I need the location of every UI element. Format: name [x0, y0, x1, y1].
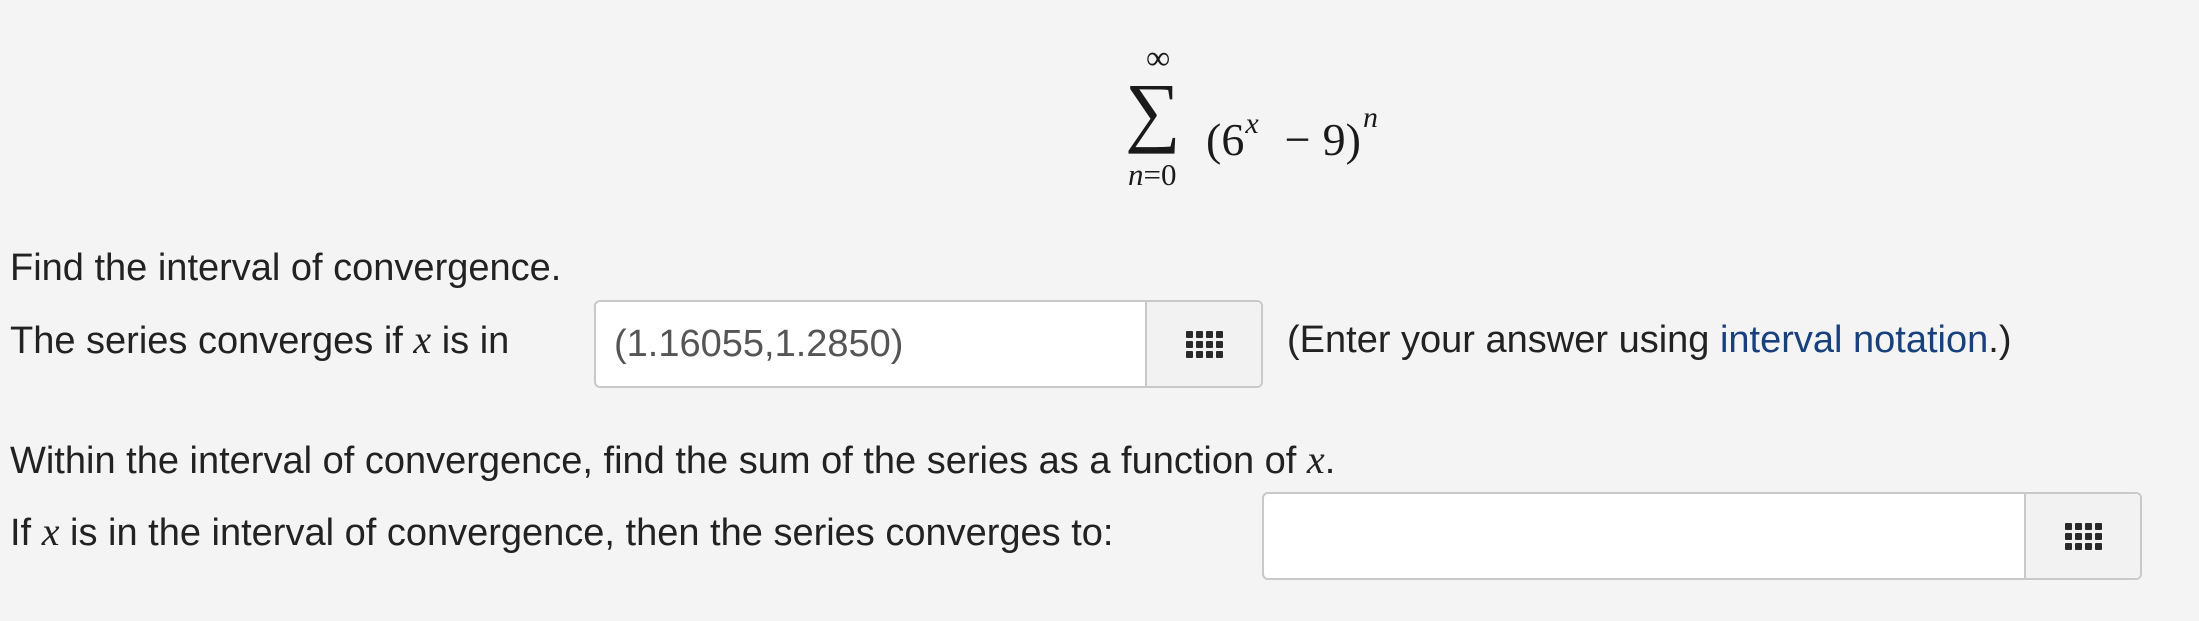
q1-hint-after: .) — [1988, 319, 2012, 361]
summand-close: 9) — [1322, 114, 1361, 165]
summand-exponent-n: n — [1362, 101, 1378, 134]
q1-answer-box — [594, 300, 1263, 388]
summand-minus: − — [1284, 114, 1311, 165]
q1-hint-before: (Enter your answer using — [1287, 319, 1720, 361]
sum-lower-limit: n=0 — [1128, 158, 1176, 192]
q2-prompt: Within the interval of convergence, find… — [10, 438, 1335, 483]
q2-prompt-before: Within the interval of convergence, find… — [10, 440, 1307, 482]
keypad-grid-icon — [2064, 522, 2102, 550]
q1-prompt: Find the interval of convergence. — [10, 247, 562, 289]
interval-notation-link[interactable]: interval notation — [1720, 319, 1988, 361]
q2-prompt-var-x: x — [1306, 437, 1325, 482]
q2-answer-box — [1262, 492, 2142, 580]
q2-keypad-button[interactable] — [2024, 494, 2140, 578]
q1-answer-input[interactable] — [596, 302, 1145, 386]
q1-label: The series converges if x is in — [10, 318, 509, 363]
summand-expression: (6x −9)n — [1206, 90, 1378, 168]
keypad-grid-icon — [1185, 330, 1223, 358]
q2-var-x: x — [41, 509, 60, 554]
q2-label: If x is in the interval of convergence, … — [10, 510, 1114, 555]
q2-label-before: If — [10, 512, 42, 554]
q2-answer-input[interactable] — [1264, 494, 2024, 578]
q1-label-after: is in — [431, 320, 510, 362]
summand-open: (6 — [1206, 114, 1245, 165]
q2-label-after: is in the interval of convergence, then … — [59, 512, 1114, 554]
sigma-symbol: ∑ — [1125, 67, 1181, 154]
lower-limit-var: n — [1128, 157, 1144, 192]
q1-hint: (Enter your answer using interval notati… — [1287, 318, 2012, 362]
q2-prompt-after: . — [1324, 440, 1336, 482]
q1-keypad-button[interactable] — [1145, 302, 1261, 386]
lower-limit-eq: =0 — [1143, 157, 1177, 192]
q1-var-x: x — [413, 317, 432, 362]
q1-label-before: The series converges if — [10, 320, 414, 362]
summand-exponent-x: x — [1245, 107, 1259, 140]
